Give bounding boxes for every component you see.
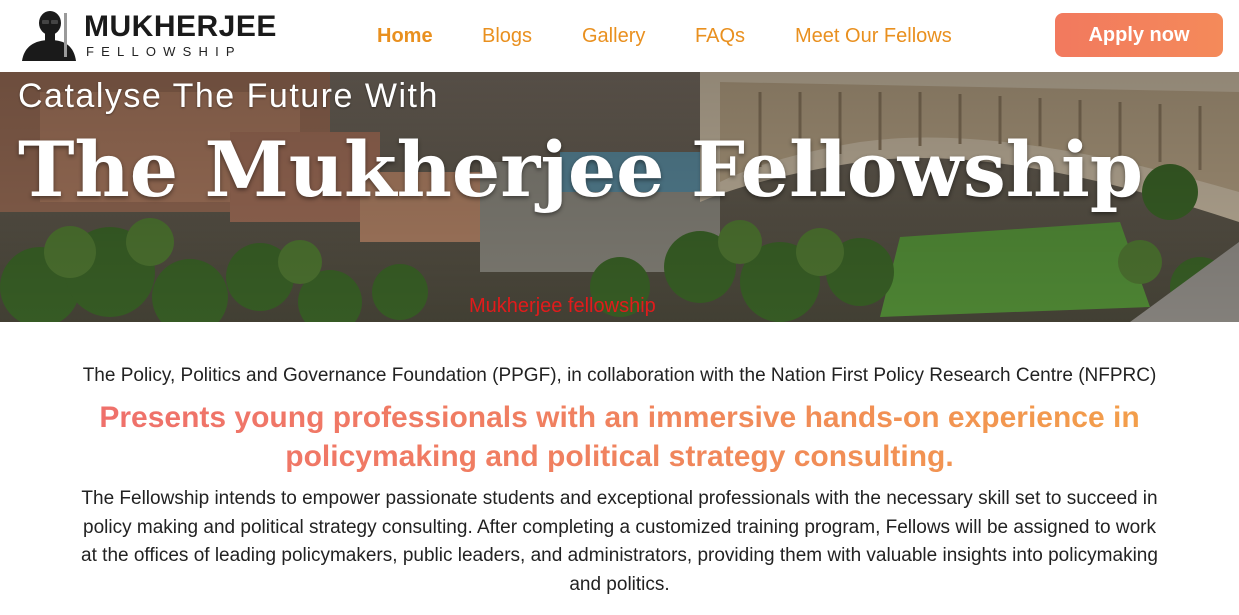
nav-faqs[interactable]: FAQs	[695, 24, 745, 48]
nav-gallery[interactable]: Gallery	[582, 24, 645, 48]
apply-now-button[interactable]: Apply now	[1055, 13, 1223, 57]
logo-wordmark: MUKHERJEE	[84, 10, 277, 43]
hero-subtitle: Catalyse The Future With	[18, 77, 439, 115]
site-header: MUKHERJEE FELLOWSHIP Home Blogs Gallery …	[0, 0, 1239, 72]
hero-title: The Mukherjee Fellowship	[18, 125, 1144, 214]
intro-text: The Policy, Politics and Governance Foun…	[82, 365, 1157, 386]
nav-home[interactable]: Home	[377, 24, 433, 48]
site-logo[interactable]: MUKHERJEE FELLOWSHIP	[18, 9, 280, 61]
nav-meet-our-fellows[interactable]: Meet Our Fellows	[795, 24, 952, 48]
tagline-heading: Presents young professionals with an imm…	[60, 398, 1179, 476]
logo-subtitle: FELLOWSHIP	[86, 44, 242, 59]
hero-image-caption: Mukherjee fellowship	[469, 295, 656, 317]
nav-blogs[interactable]: Blogs	[482, 24, 532, 48]
fellowship-description: The Fellowship intends to empower passio…	[81, 488, 1158, 595]
hero-banner: Catalyse The Future With The Mukherjee F…	[0, 72, 1239, 322]
silhouette-portrait-icon	[22, 11, 76, 61]
